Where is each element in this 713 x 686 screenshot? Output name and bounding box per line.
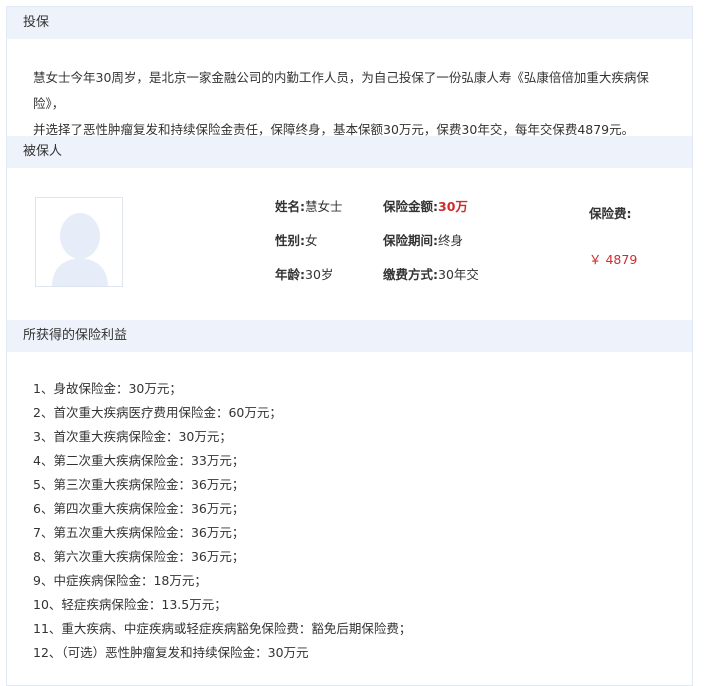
insured-period-label: 保险期间: [383,233,438,248]
insured-age-value: 30岁 [305,267,334,282]
premium-value: ￥ 4879 [589,252,638,267]
premium-label: 保险费: [589,206,632,221]
benefit-item: 6、第四次重大疾病保险金：36万元； [33,501,245,516]
benefit-list: 1、身故保险金：30万元； 2、首次重大疾病医疗费用保险金：60万元； 3、首次重大… [33,377,411,665]
benefit-item: 2、首次重大疾病医疗费用保险金：60万元； [33,405,282,420]
insured-period-value: 终身 [438,233,464,248]
insured-gender-value: 女 [305,233,318,248]
insured-payment-value: 30年交 [438,267,479,282]
insured-payment: 缴费方式:30年交 [383,266,479,284]
benefit-item: 1、身故保险金：30万元； [33,381,182,396]
insured-period: 保险期间:终身 [383,232,463,250]
insured-name-label: 姓名: [275,199,305,214]
case-description: 慧女士今年30周岁，是北京一家金融公司的内勤工作人员，为自己投保了一份弘康人寿《… [33,65,673,143]
avatar [35,197,123,287]
insured-gender-label: 性别: [275,233,305,248]
insured-name: 姓名:慧女士 [275,198,343,216]
insured-amount-label: 保险金额: [383,199,438,214]
benefit-item: 4、第二次重大疾病保险金：33万元； [33,453,245,468]
benefit-item: 3、首次重大疾病保险金：30万元； [33,429,232,444]
insured-age: 年龄:30岁 [275,266,333,284]
policy-panel: 投保 慧女士今年30周岁，是北京一家金融公司的内勤工作人员，为自己投保了一份弘康… [6,6,693,686]
benefit-item: 10、轻症疾病保险金：13.5万元； [33,597,227,612]
insured-amount-value: 30万 [438,199,468,214]
section-header-benefits: 所获得的保险利益 [7,320,692,352]
benefit-item: 11、重大疾病、中症疾病或轻症疾病豁免保险费：豁免后期保险费； [33,621,412,636]
insured-name-value: 慧女士 [305,199,343,214]
section-header-toubao: 投保 [7,7,692,39]
benefit-item: 7、第五次重大疾病保险金：36万元； [33,525,245,540]
benefit-item: 9、中症疾病保险金：18万元； [33,573,207,588]
benefit-item: 12、（可选）恶性肿瘤复发和持续保险金：30万元 [33,645,309,660]
benefit-item: 8、第六次重大疾病保险金：36万元； [33,549,245,564]
case-description-line-1: 慧女士今年30周岁，是北京一家金融公司的内勤工作人员，为自己投保了一份弘康人寿《… [33,70,649,111]
insured-gender: 性别:女 [275,232,318,250]
section-header-insured: 被保人 [7,136,692,168]
insured-payment-label: 缴费方式: [383,267,438,282]
benefit-item: 5、第三次重大疾病保险金：36万元； [33,477,245,492]
insured-amount: 保险金额:30万 [383,198,468,216]
person-silhouette-icon [36,198,122,286]
insured-age-label: 年龄: [275,267,305,282]
